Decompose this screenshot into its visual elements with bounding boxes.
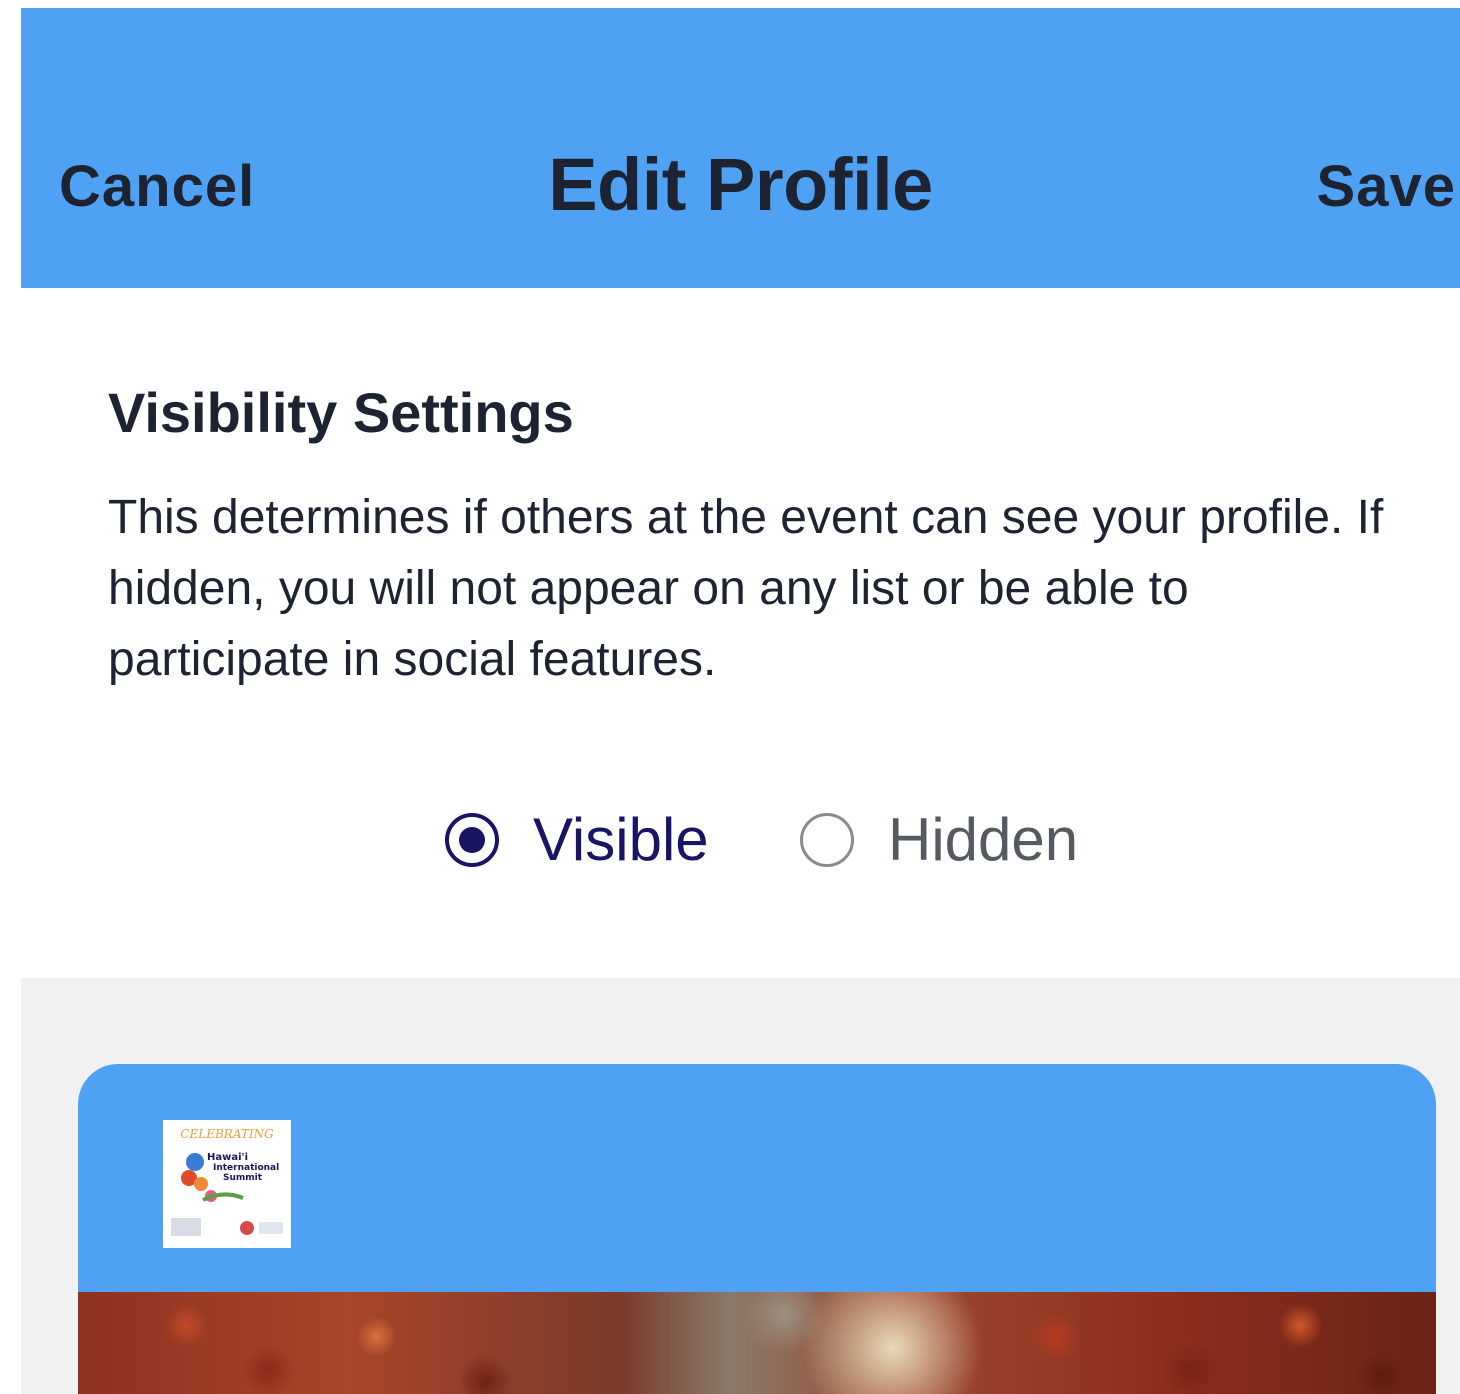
radio-option-hidden[interactable]: Hidden	[800, 800, 1078, 880]
header-bar: Cancel Edit Profile Save	[21, 8, 1460, 288]
edit-profile-screen: Cancel Edit Profile Save Visibility Sett…	[0, 0, 1460, 1394]
logo-text-summit: Summit	[223, 1173, 263, 1183]
save-button[interactable]: Save	[1317, 158, 1456, 216]
profile-card: CELEBRATING Hawai'i International Summit	[78, 1064, 1436, 1394]
page-title: Edit Profile	[548, 143, 933, 226]
logo-text-international: International	[213, 1163, 279, 1173]
radio-label-hidden: Hidden	[888, 806, 1079, 873]
radio-option-visible[interactable]: Visible	[445, 800, 709, 880]
visibility-description: This determines if others at the event c…	[108, 491, 1384, 686]
radio-dot	[459, 827, 485, 853]
logo-text-celebrating: CELEBRATING	[180, 1127, 274, 1141]
event-logo-graphic: CELEBRATING Hawai'i International Summit	[163, 1120, 291, 1248]
radio-label-visible: Visible	[533, 806, 709, 873]
radio-selected-icon[interactable]	[445, 813, 499, 867]
event-logo: CELEBRATING Hawai'i International Summit	[163, 1120, 291, 1248]
visibility-radio-group: Visible Hidden	[0, 800, 1460, 880]
profile-cover-photo	[78, 1292, 1436, 1394]
radio-unselected-icon[interactable]	[800, 813, 854, 867]
visibility-settings-heading: Visibility Settings	[108, 381, 574, 444]
logo-text-hawaii: Hawai'i	[207, 1152, 248, 1163]
